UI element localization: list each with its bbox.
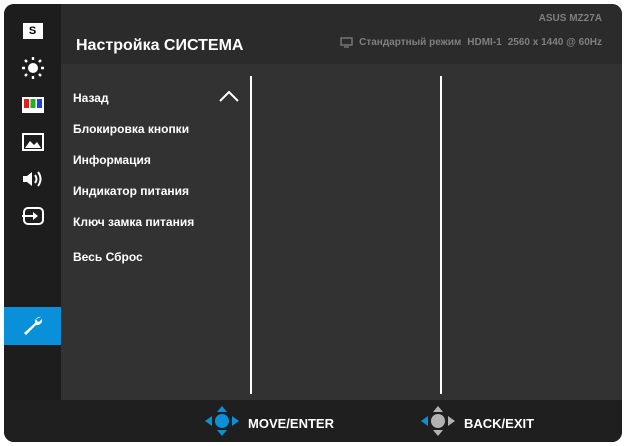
- sidebar-item-system[interactable]: [4, 307, 61, 345]
- chevron-up-icon[interactable]: [218, 89, 240, 103]
- menu-item-power-key-lock[interactable]: Ключ замка питания: [73, 215, 194, 229]
- resolution-label: 2560 x 1440 @ 60Hz: [507, 37, 602, 48]
- splendid-s-icon: S: [22, 23, 43, 39]
- back-exit-label: BACK/EXIT: [464, 416, 535, 431]
- bluelight-icon: [21, 57, 44, 79]
- menu-item-label: Индикатор питания: [73, 184, 190, 198]
- menu-item-power-indicator[interactable]: Индикатор питания: [73, 184, 189, 198]
- move-enter-icon: [205, 406, 239, 436]
- back-exit-icon: [421, 406, 455, 436]
- column-divider: [250, 76, 252, 394]
- menu-panel: Назад Блокировка кнопки Информация Индик…: [61, 64, 622, 400]
- sidebar-item-color[interactable]: [4, 86, 61, 124]
- sidebar-item-image[interactable]: [4, 123, 61, 161]
- menu-item-label: Весь Сброс: [73, 250, 143, 264]
- page-title: Настройка СИСТЕМА: [76, 37, 244, 54]
- splendid-s-label: S: [28, 25, 37, 37]
- mode-label: Стандартный режим: [359, 37, 462, 48]
- image-icon: [21, 133, 44, 151]
- menu-item-label: Информация: [73, 153, 151, 167]
- menu-item-key-lock[interactable]: Блокировка кнопки: [73, 122, 189, 136]
- column-divider: [440, 76, 442, 394]
- sidebar-item-input[interactable]: [4, 197, 61, 235]
- menu-item-information[interactable]: Информация: [73, 153, 151, 167]
- move-enter-label: MOVE/ENTER: [248, 416, 334, 431]
- menu-item-all-reset[interactable]: Весь Сброс: [73, 250, 143, 264]
- color-icon: [21, 97, 44, 113]
- header: Настройка СИСТЕМА ASUS MZ27A Стандартный…: [61, 4, 622, 64]
- sidebar: S: [4, 4, 61, 400]
- wrench-icon: [23, 316, 42, 335]
- osd-window: S Настройка СИСТЕМА ASUS MZ27A Стандартн…: [4, 4, 622, 442]
- menu-item-label: Блокировка кнопки: [73, 122, 190, 136]
- sidebar-item-splendid[interactable]: S: [4, 12, 61, 50]
- sidebar-item-sound[interactable]: [4, 160, 61, 198]
- input-icon: [21, 207, 44, 225]
- menu-item-back[interactable]: Назад: [73, 91, 109, 105]
- input-label: HDMI-1: [467, 37, 502, 48]
- menu-item-label: Ключ замка питания: [73, 215, 195, 229]
- model-name: ASUS MZ27A: [538, 13, 602, 24]
- menu-item-label: Назад: [73, 91, 109, 105]
- status-bar: Стандартный режим HDMI-1 2560 x 1440 @ 6…: [340, 37, 602, 48]
- monitor-icon: [340, 37, 353, 48]
- sound-icon: [22, 171, 41, 187]
- footer: MOVE/ENTER BACK/EXIT: [4, 400, 622, 442]
- sidebar-item-bluelight[interactable]: [4, 49, 61, 87]
